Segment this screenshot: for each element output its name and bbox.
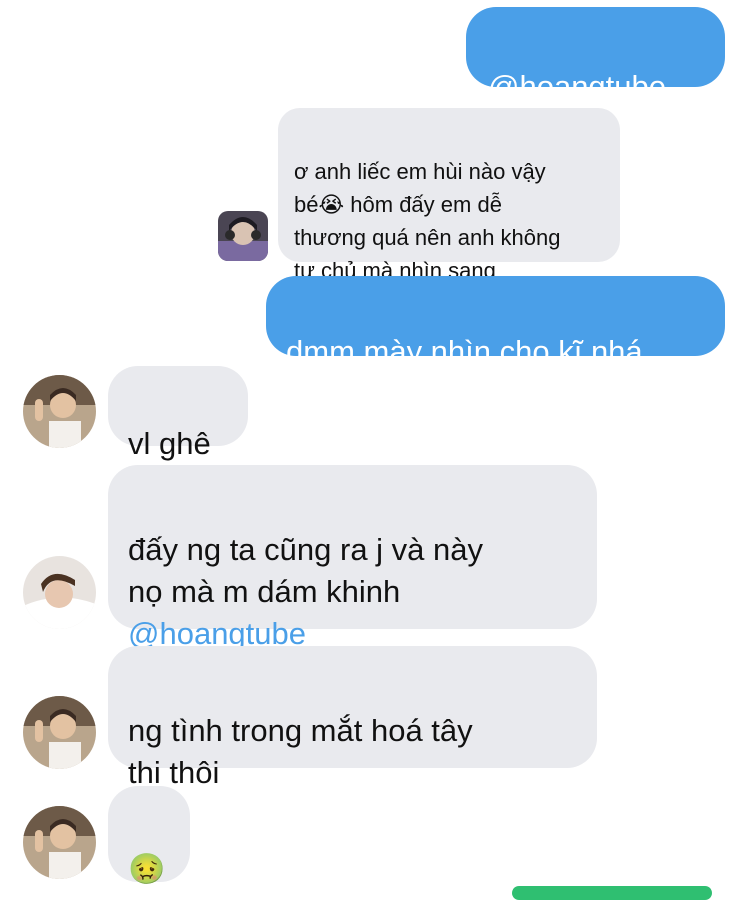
incoming-message-bubble[interactable]: ng tình trong mắt hoá tây thi thôi: [108, 646, 597, 790]
avatar-image: [23, 375, 96, 448]
sender-avatar[interactable]: [23, 696, 96, 769]
sender-avatar[interactable]: [23, 556, 96, 629]
avatar-image: [23, 556, 96, 629]
message-text: đấy ng ta cũng ra j và này nọ mà m dám k…: [128, 532, 484, 609]
outgoing-message-bubble[interactable]: @hoangtube: [466, 7, 725, 104]
message-text: dmm mày nhìn cho kĩ nhá: [286, 334, 643, 369]
emoji-message: 🤢: [128, 853, 166, 886]
sender-avatar[interactable]: [218, 211, 268, 261]
reply-message-bubble[interactable]: ơ anh liếc em hùi nào vậy bé😭 hôm đấy em…: [278, 108, 620, 283]
avatar-image: [23, 696, 96, 769]
sender-avatar[interactable]: [23, 806, 96, 879]
message-text: @hoangtube: [488, 69, 667, 104]
cropped-message-bubble: [512, 886, 712, 900]
incoming-message-bubble[interactable]: đấy ng ta cũng ra j và này nọ mà m dám k…: [108, 465, 597, 651]
avatar-image: [218, 211, 268, 261]
outgoing-message-bubble[interactable]: dmm mày nhìn cho kĩ nhá: [266, 276, 725, 369]
avatar-image: [23, 806, 96, 879]
message-text: ng tình trong mắt hoá tây thi thôi: [128, 713, 473, 790]
sender-avatar[interactable]: [23, 375, 96, 448]
incoming-message-bubble[interactable]: vl ghê: [108, 366, 248, 461]
message-text: ơ anh liếc em hùi nào vậy bé😭 hôm đấy em…: [294, 159, 561, 283]
incoming-message-bubble[interactable]: 🤢: [108, 786, 190, 886]
message-text: vl ghê: [128, 426, 211, 461]
